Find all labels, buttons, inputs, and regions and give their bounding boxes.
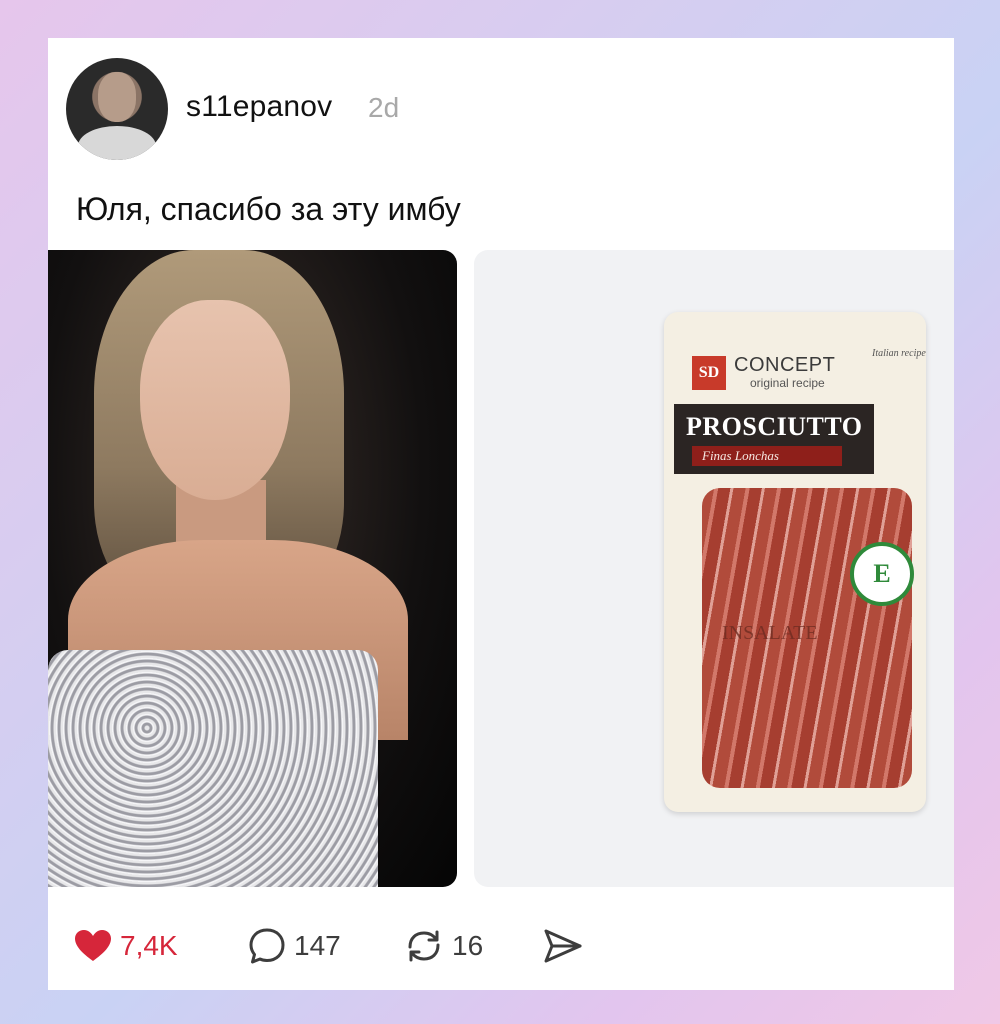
comments-count: 147: [294, 930, 341, 961]
italian-recipe-mark: Italian recipe: [872, 348, 926, 359]
comment-button[interactable]: 147: [248, 926, 341, 966]
photo-face: [140, 300, 290, 500]
repost-button[interactable]: 16: [404, 926, 483, 966]
avatar-head: [98, 72, 136, 122]
avatar-shoulders: [78, 126, 156, 160]
post-text: Юля, спасибо за эту имбу: [76, 191, 461, 227]
send-icon: [544, 929, 582, 963]
post-actions: 7,4K 147 16: [74, 926, 774, 966]
prosciutto-package: SD CONCEPT original recipe Italian recip…: [664, 312, 926, 812]
product-name: PROSCIUTTO: [686, 412, 863, 441]
product-subname: Finas Lonchas: [692, 446, 842, 466]
brand-name: CONCEPT: [734, 354, 836, 376]
heart-icon: [75, 930, 111, 961]
reposts-count: 16: [452, 930, 484, 961]
e-badge: E: [850, 542, 914, 606]
photo-prosciutto[interactable]: SD CONCEPT original recipe Italian recip…: [474, 250, 954, 887]
brand-recipe: original recipe: [750, 376, 825, 390]
brand-logo: SD: [692, 356, 726, 390]
username[interactable]: s11epanov: [186, 90, 332, 124]
product-label: PROSCIUTTO Finas Lonchas: [674, 404, 874, 474]
likes-count: 7,4K: [120, 930, 178, 961]
post-card: s11epanov 2d Юля, спасибо за эту имбу SD…: [48, 38, 954, 990]
photo-woman[interactable]: [48, 250, 457, 887]
like-button[interactable]: 7,4K: [74, 926, 178, 966]
repost-icon: [408, 930, 440, 962]
share-button[interactable]: [542, 926, 584, 966]
post-age: 2d: [368, 92, 400, 123]
avatar[interactable]: [66, 58, 168, 160]
package-overlay-text: INSALATE: [722, 622, 818, 644]
photo-dress: [48, 650, 378, 887]
comment-icon: [249, 928, 285, 964]
